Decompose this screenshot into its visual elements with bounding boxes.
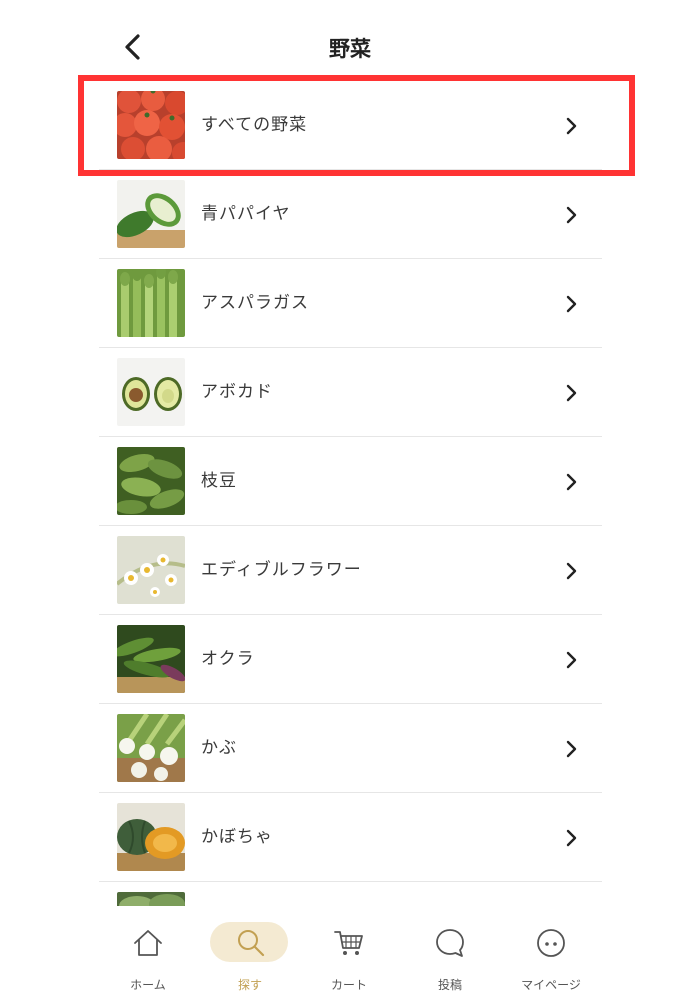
tab-post[interactable]: 投稿 — [405, 918, 495, 993]
chevron-right-icon — [566, 206, 577, 224]
list-item-label: 枝豆 — [201, 471, 237, 491]
list-item-label: アスパラガス — [201, 293, 309, 313]
list-item-label: すべての野菜 — [201, 115, 308, 135]
list-item-label: アボカド — [201, 382, 273, 402]
tab-label: 探す — [237, 978, 262, 992]
list-item-label: エディブルフラワー — [201, 560, 362, 580]
page-title: 野菜 — [329, 37, 371, 61]
cart-icon — [334, 931, 363, 955]
list-item-pumpkin[interactable]: かぼちゃ — [99, 793, 602, 882]
header: 野菜 — [0, 0, 700, 90]
asparagus-thumbnail — [117, 269, 185, 337]
chevron-right-icon — [566, 651, 577, 669]
list-item-avocado[interactable]: アボカド — [99, 348, 602, 437]
chevron-right-icon — [566, 117, 577, 135]
chevron-right-icon — [566, 829, 577, 847]
home-icon — [134, 930, 162, 956]
tab-search[interactable]: 探す — [205, 918, 295, 993]
tab-label: マイページ — [521, 978, 581, 992]
category-list: すべての野菜 青パパイヤ アスパラガス アボカド 枝豆 エディブルフラワー オク… — [99, 81, 602, 906]
list-item-edamame[interactable]: 枝豆 — [99, 437, 602, 526]
tab-mypage[interactable]: マイページ — [506, 918, 596, 993]
list-item-green-papaya[interactable]: 青パパイヤ — [99, 170, 602, 259]
list-item-label: かぶ — [201, 738, 237, 758]
edible-flowers-thumbnail — [117, 536, 185, 604]
list-item-okra[interactable]: オクラ — [99, 615, 602, 704]
list-item-label: オクラ — [201, 649, 255, 669]
tab-cart[interactable]: カート — [304, 918, 394, 993]
list-item-all-vegetables[interactable]: すべての野菜 — [99, 81, 602, 170]
pumpkin-thumbnail — [117, 803, 185, 871]
vegetable-thumbnail — [117, 892, 185, 906]
speech-bubble-icon — [436, 929, 464, 957]
tab-label: 投稿 — [437, 978, 462, 992]
more-dots-icon — [537, 929, 565, 957]
list-item-label: 青パパイヤ — [201, 204, 291, 224]
tab-label: カート — [330, 978, 367, 992]
avocado-thumbnail — [117, 358, 185, 426]
green-papaya-thumbnail — [117, 180, 185, 248]
tab-home[interactable]: ホーム — [103, 918, 193, 993]
chevron-right-icon — [566, 473, 577, 491]
search-icon — [238, 930, 265, 957]
list-item-turnip[interactable]: かぶ — [99, 704, 602, 793]
turnip-thumbnail — [117, 714, 185, 782]
okra-thumbnail — [117, 625, 185, 693]
chevron-right-icon — [566, 295, 577, 313]
chevron-right-icon — [566, 384, 577, 402]
edamame-thumbnail — [117, 447, 185, 515]
tomatoes-thumbnail — [117, 91, 185, 159]
list-item-edible-flowers[interactable]: エディブルフラワー — [99, 526, 602, 615]
chevron-right-icon — [566, 562, 577, 580]
list-item-label: かぼちゃ — [201, 827, 273, 847]
bottom-tab-bar: ホーム 探す カート 投稿 マイページ — [0, 908, 700, 1000]
chevron-right-icon — [566, 740, 577, 758]
tab-label: ホーム — [130, 978, 166, 992]
list-item-partial[interactable] — [99, 882, 602, 906]
list-item-asparagus[interactable]: アスパラガス — [99, 259, 602, 348]
